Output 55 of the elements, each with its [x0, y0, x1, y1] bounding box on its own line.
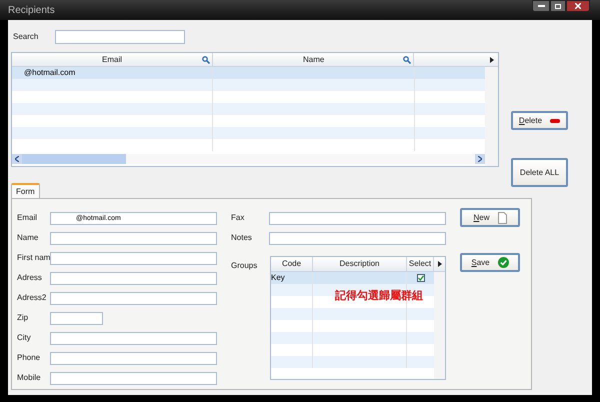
right-arrow-icon[interactable] [490, 56, 494, 62]
maximize-button[interactable] [550, 0, 566, 12]
search-icon[interactable] [202, 56, 210, 64]
delete-all-button[interactable]: Delete ALL [511, 158, 568, 187]
field-label: Phone [17, 352, 42, 364]
input-field[interactable] [50, 372, 217, 384]
field-label: Adress2 [17, 292, 48, 304]
minimize-button[interactable] [532, 0, 550, 12]
annotation-text: 記得勾選歸屬群組 [335, 288, 423, 304]
column-header[interactable]: Description [313, 257, 407, 271]
input-field[interactable] [50, 332, 217, 344]
form-tab[interactable]: Form [11, 183, 40, 198]
vertical-scrollbar[interactable] [434, 272, 445, 379]
column-header[interactable]: Email [12, 53, 213, 66]
field-label: First nam [17, 252, 50, 264]
search-icon[interactable] [403, 56, 411, 64]
input-field[interactable] [50, 252, 217, 264]
field-label: Zip [17, 312, 30, 324]
field-label: Fax [231, 212, 246, 224]
check-circle-icon [498, 257, 509, 268]
document-icon [498, 212, 506, 224]
vertical-scrollbar[interactable] [485, 67, 498, 166]
input-field[interactable] [50, 272, 217, 284]
input-field[interactable] [269, 232, 446, 244]
search-field[interactable] [55, 30, 185, 44]
field-label: City [17, 332, 32, 344]
search-label: Search [13, 31, 40, 43]
window-title: Recipients [8, 4, 55, 18]
new-button[interactable]: New [460, 208, 520, 227]
column-header[interactable]: Code [271, 257, 313, 271]
save-button[interactable]: Save [460, 253, 520, 272]
table-row[interactable]: @hotmail.com [12, 67, 485, 79]
field-label: Notes [231, 232, 253, 244]
minus-icon [550, 118, 560, 122]
table-cell: Key [271, 272, 285, 284]
field-label: Adress [17, 272, 43, 284]
horizontal-scrollbar[interactable] [12, 154, 485, 164]
input-field[interactable] [269, 212, 446, 224]
close-button[interactable] [566, 0, 590, 12]
field-label: Mobile [17, 372, 42, 384]
table-cell: @hotmail.com [24, 67, 76, 79]
column-header[interactable]: Select [407, 257, 434, 271]
delete-button[interactable]: Delete [511, 111, 568, 130]
checkbox[interactable] [416, 274, 424, 282]
right-arrow-icon[interactable] [438, 261, 442, 267]
input-field[interactable] [50, 312, 103, 324]
table-row[interactable]: Key [271, 272, 434, 284]
field-label: Email [17, 212, 38, 224]
input-field[interactable] [50, 232, 217, 244]
field-label: Groups [231, 260, 258, 272]
column-header[interactable]: Name [213, 53, 414, 66]
close-icon [575, 3, 581, 9]
field-label: Name [17, 232, 40, 244]
input-field[interactable] [50, 352, 217, 364]
input-field[interactable] [50, 292, 217, 304]
